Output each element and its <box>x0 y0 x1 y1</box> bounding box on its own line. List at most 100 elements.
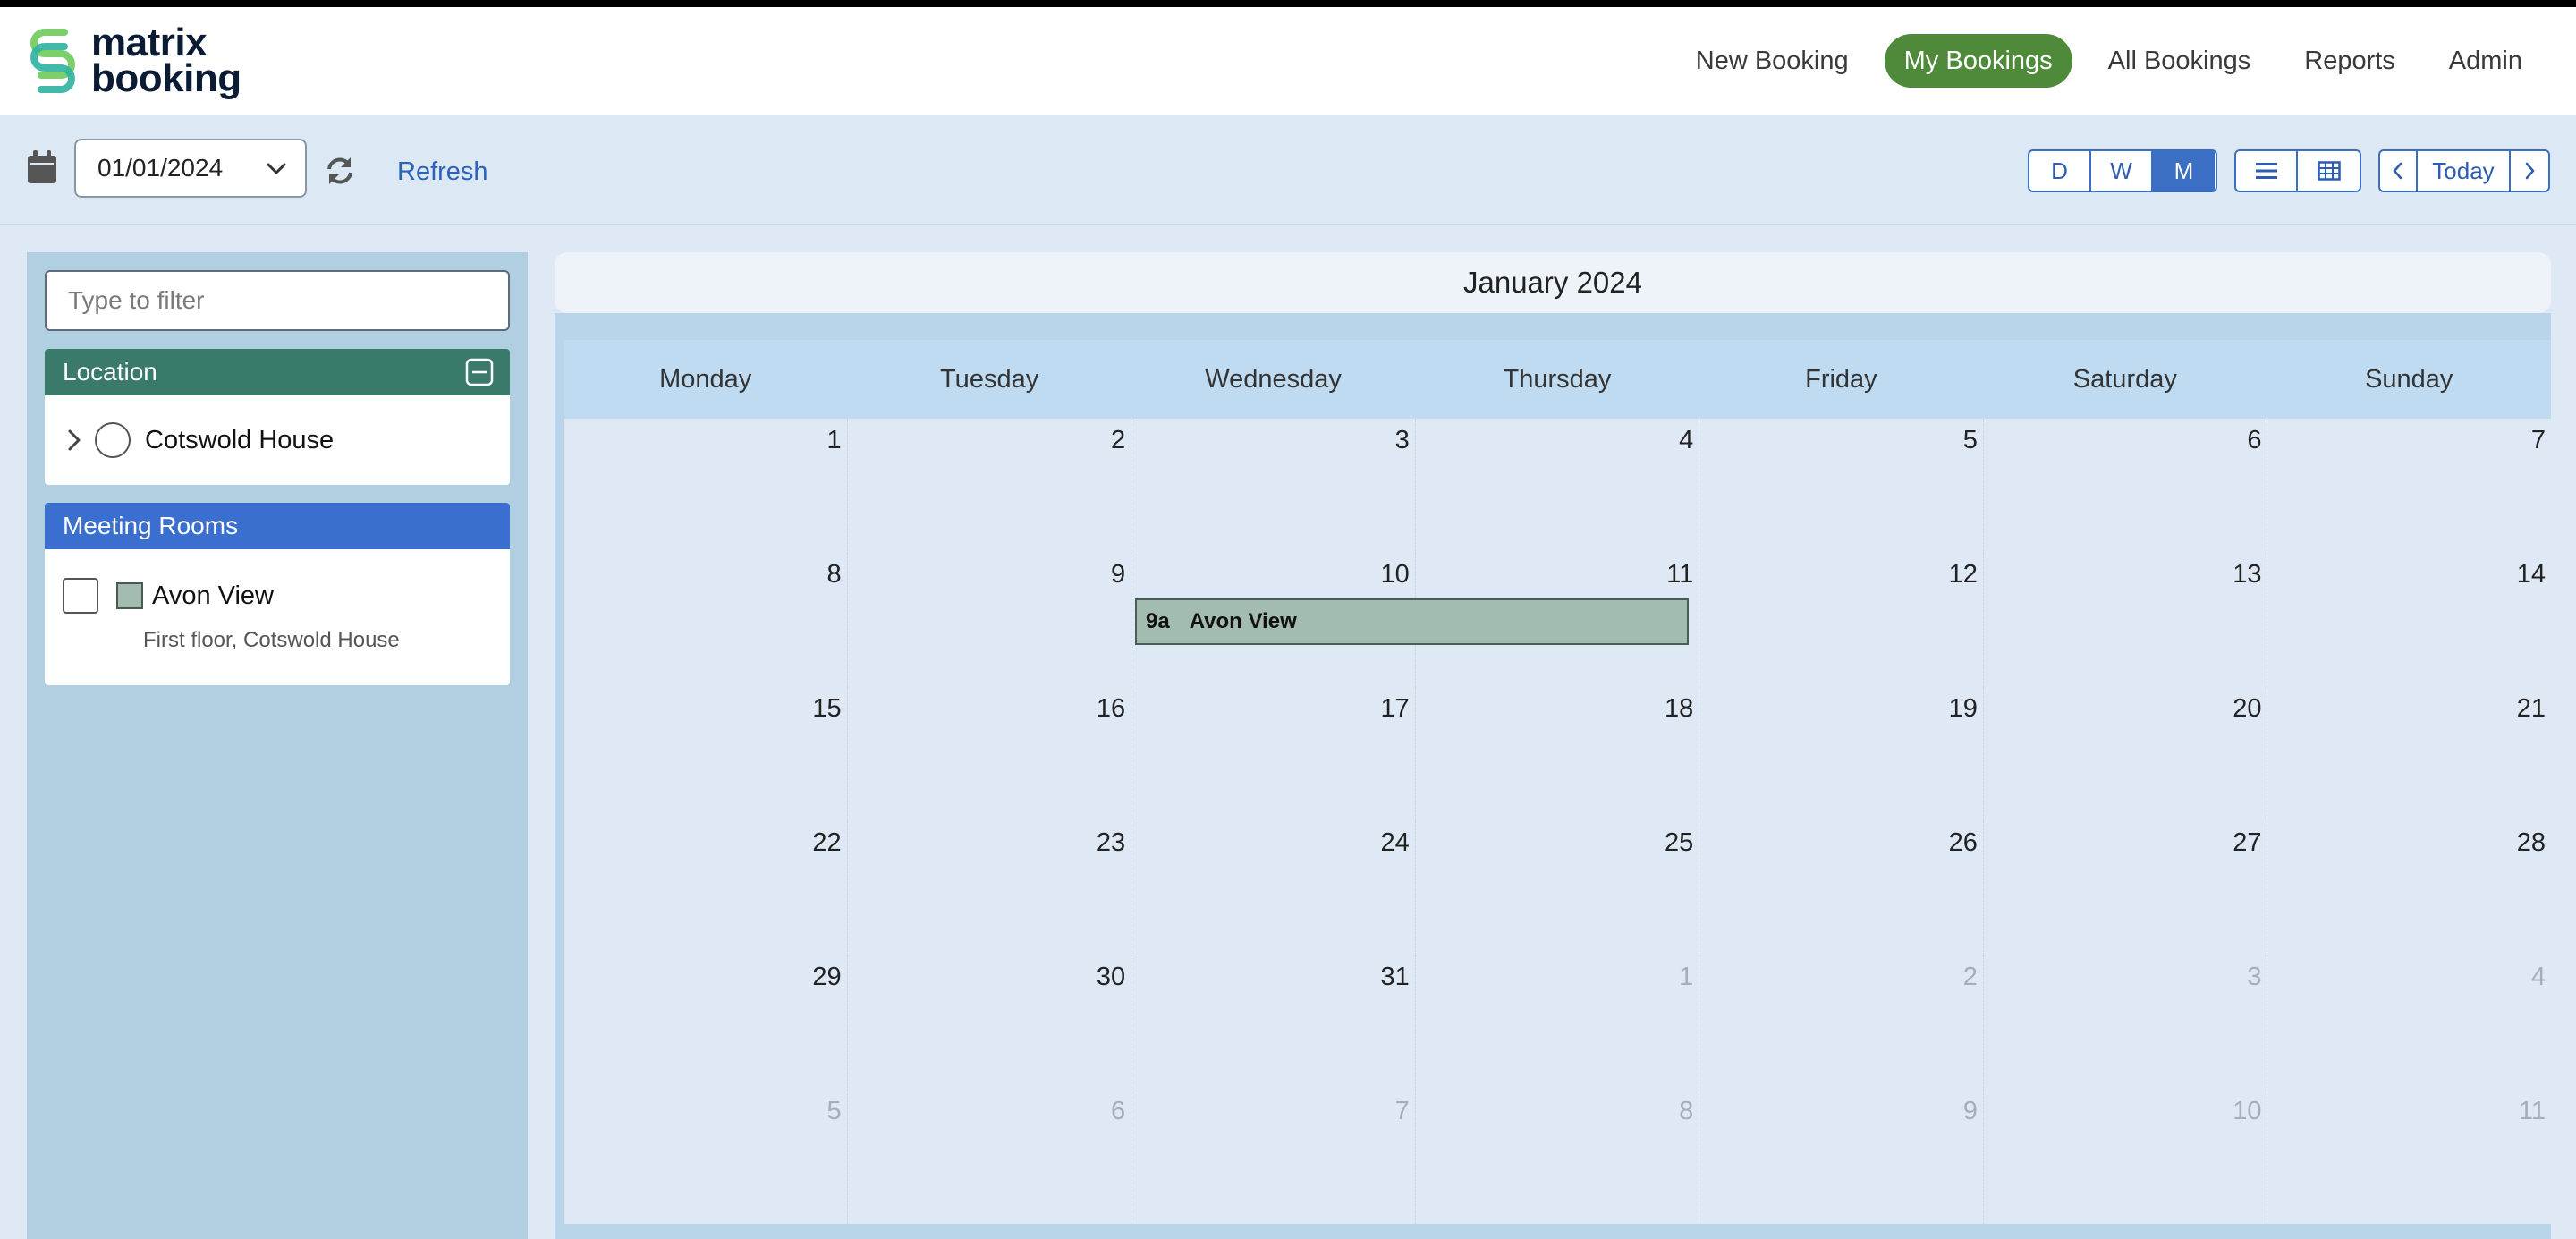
refresh-link[interactable]: Refresh <box>397 157 488 187</box>
day-number: 1 <box>826 426 842 454</box>
day-cell[interactable]: 4 <box>1415 419 1700 553</box>
main-nav: New Booking My Bookings All Bookings Rep… <box>1669 34 2549 88</box>
day-cell[interactable]: 5 <box>1699 419 1984 553</box>
location-label: Cotswold House <box>145 425 335 454</box>
day-cell[interactable]: 15 <box>564 687 848 821</box>
day-cell[interactable]: 9 <box>847 553 1132 687</box>
chevron-right-icon[interactable] <box>64 427 84 454</box>
day-number: 13 <box>2233 560 2262 589</box>
day-number: 11 <box>2518 1097 2546 1125</box>
chevron-left-icon <box>2393 162 2402 180</box>
week-row: 22 23 24 25 26 27 28 <box>564 821 2552 955</box>
day-cell[interactable]: 14 <box>2267 553 2552 687</box>
day-cell[interactable]: 24 <box>1131 821 1416 955</box>
day-cell[interactable]: 21 <box>2267 687 2552 821</box>
month-grid: Monday Tuesday Wednesday Thursday Friday… <box>564 340 2552 1230</box>
day-number: 19 <box>1948 694 1978 723</box>
view-day-button[interactable]: D <box>2029 151 2091 191</box>
location-radio[interactable] <box>95 422 131 458</box>
booking-title: Avon View <box>1189 609 1297 633</box>
refresh-icon[interactable] <box>324 156 356 186</box>
nav-reports[interactable]: Reports <box>2277 34 2422 88</box>
day-number: 30 <box>1096 963 1126 991</box>
grid-view-button[interactable] <box>2298 151 2360 191</box>
day-cell[interactable]: 22 <box>564 821 848 955</box>
room-checkbox[interactable] <box>63 578 98 614</box>
day-cell[interactable]: 11 <box>2267 1090 2552 1224</box>
logo-word-2: booking <box>91 56 242 100</box>
day-number: 7 <box>1394 1097 1410 1125</box>
day-cell[interactable]: 5 <box>564 1090 848 1224</box>
date-select[interactable]: 01/01/2024 <box>74 139 307 198</box>
day-cell[interactable]: 20 <box>1983 687 2268 821</box>
view-week-button[interactable]: W <box>2091 151 2153 191</box>
day-cell[interactable]: 26 <box>1699 821 1984 955</box>
booking-event[interactable]: 9a Avon View <box>1135 598 1689 645</box>
day-cell[interactable]: 3 <box>1131 419 1416 553</box>
day-cell[interactable]: 30 <box>847 955 1132 1090</box>
day-cell[interactable]: 29 <box>564 955 848 1090</box>
location-panel: Location Cotswold House <box>45 349 510 485</box>
collapse-icon[interactable] <box>465 358 494 386</box>
day-cell[interactable]: 4 <box>2267 955 2552 1090</box>
day-number: 21 <box>2516 694 2546 723</box>
day-number: 5 <box>1962 426 1978 454</box>
nav-my-bookings[interactable]: My Bookings <box>1884 34 2072 88</box>
prev-button[interactable] <box>2380 151 2418 191</box>
day-number: 31 <box>1380 963 1410 991</box>
matrix-booking-logo[interactable]: matrix booking <box>25 23 242 98</box>
meeting-rooms-header[interactable]: Meeting Rooms <box>45 503 510 549</box>
day-cell[interactable]: 9 <box>1699 1090 1984 1224</box>
day-number: 2 <box>1962 963 1978 991</box>
weekday-label: Friday <box>1805 365 1877 394</box>
day-number: 14 <box>2516 560 2546 589</box>
day-cell[interactable]: 1 <box>1415 955 1700 1090</box>
nav-all-bookings[interactable]: All Bookings <box>2081 34 2278 88</box>
day-cell[interactable]: 19 <box>1699 687 1984 821</box>
view-mode-group: D W M <box>2028 149 2217 192</box>
calendar-toolbar: 01/01/2024 Refresh D W M Today <box>0 115 2576 225</box>
day-number: 5 <box>826 1097 842 1125</box>
day-number: 29 <box>812 963 842 991</box>
day-cell[interactable]: 17 <box>1131 687 1416 821</box>
week-row: 29 30 31 1 2 3 4 <box>564 955 2552 1090</box>
day-cell[interactable]: 7 <box>2267 419 2552 553</box>
day-cell[interactable]: 3 <box>1983 955 2268 1090</box>
day-cell[interactable]: 18 <box>1415 687 1700 821</box>
day-cell[interactable]: 7 <box>1131 1090 1416 1224</box>
day-cell[interactable]: 25 <box>1415 821 1700 955</box>
view-month-button[interactable]: M <box>2153 151 2215 191</box>
location-panel-header[interactable]: Location <box>45 349 510 395</box>
day-cell[interactable]: 27 <box>1983 821 2268 955</box>
day-cell[interactable]: 23 <box>847 821 1132 955</box>
day-cell[interactable]: 31 <box>1131 955 1416 1090</box>
week-row: 15 16 17 18 19 20 21 <box>564 687 2552 821</box>
day-cell[interactable]: 16 <box>847 687 1132 821</box>
window-top-strip <box>0 0 2576 7</box>
nav-new-booking[interactable]: New Booking <box>1669 34 1876 88</box>
day-cell[interactable]: 13 <box>1983 553 2268 687</box>
day-number: 17 <box>1380 694 1410 723</box>
today-button[interactable]: Today <box>2418 151 2511 191</box>
room-location-text: First floor, Cotswold House <box>143 628 400 652</box>
booking-time: 9a <box>1146 609 1170 633</box>
day-cell[interactable]: 8 <box>1415 1090 1700 1224</box>
nav-admin[interactable]: Admin <box>2422 34 2549 88</box>
day-number: 8 <box>826 560 842 589</box>
day-cell[interactable]: 6 <box>1983 419 2268 553</box>
day-number: 9 <box>1111 560 1126 589</box>
day-cell[interactable]: 2 <box>847 419 1132 553</box>
day-cell[interactable]: 28 <box>2267 821 2552 955</box>
day-cell[interactable]: 10 <box>1983 1090 2268 1224</box>
day-number: 3 <box>2247 963 2262 991</box>
calendar-icon[interactable] <box>27 150 57 184</box>
day-cell[interactable]: 6 <box>847 1090 1132 1224</box>
day-cell[interactable]: 2 <box>1699 955 1984 1090</box>
next-button[interactable] <box>2511 151 2548 191</box>
day-number: 9 <box>1962 1097 1978 1125</box>
day-cell[interactable]: 1 <box>564 419 848 553</box>
day-cell[interactable]: 12 <box>1699 553 1984 687</box>
day-cell[interactable]: 8 <box>564 553 848 687</box>
filter-input[interactable] <box>45 270 510 331</box>
list-view-button[interactable] <box>2236 151 2299 191</box>
